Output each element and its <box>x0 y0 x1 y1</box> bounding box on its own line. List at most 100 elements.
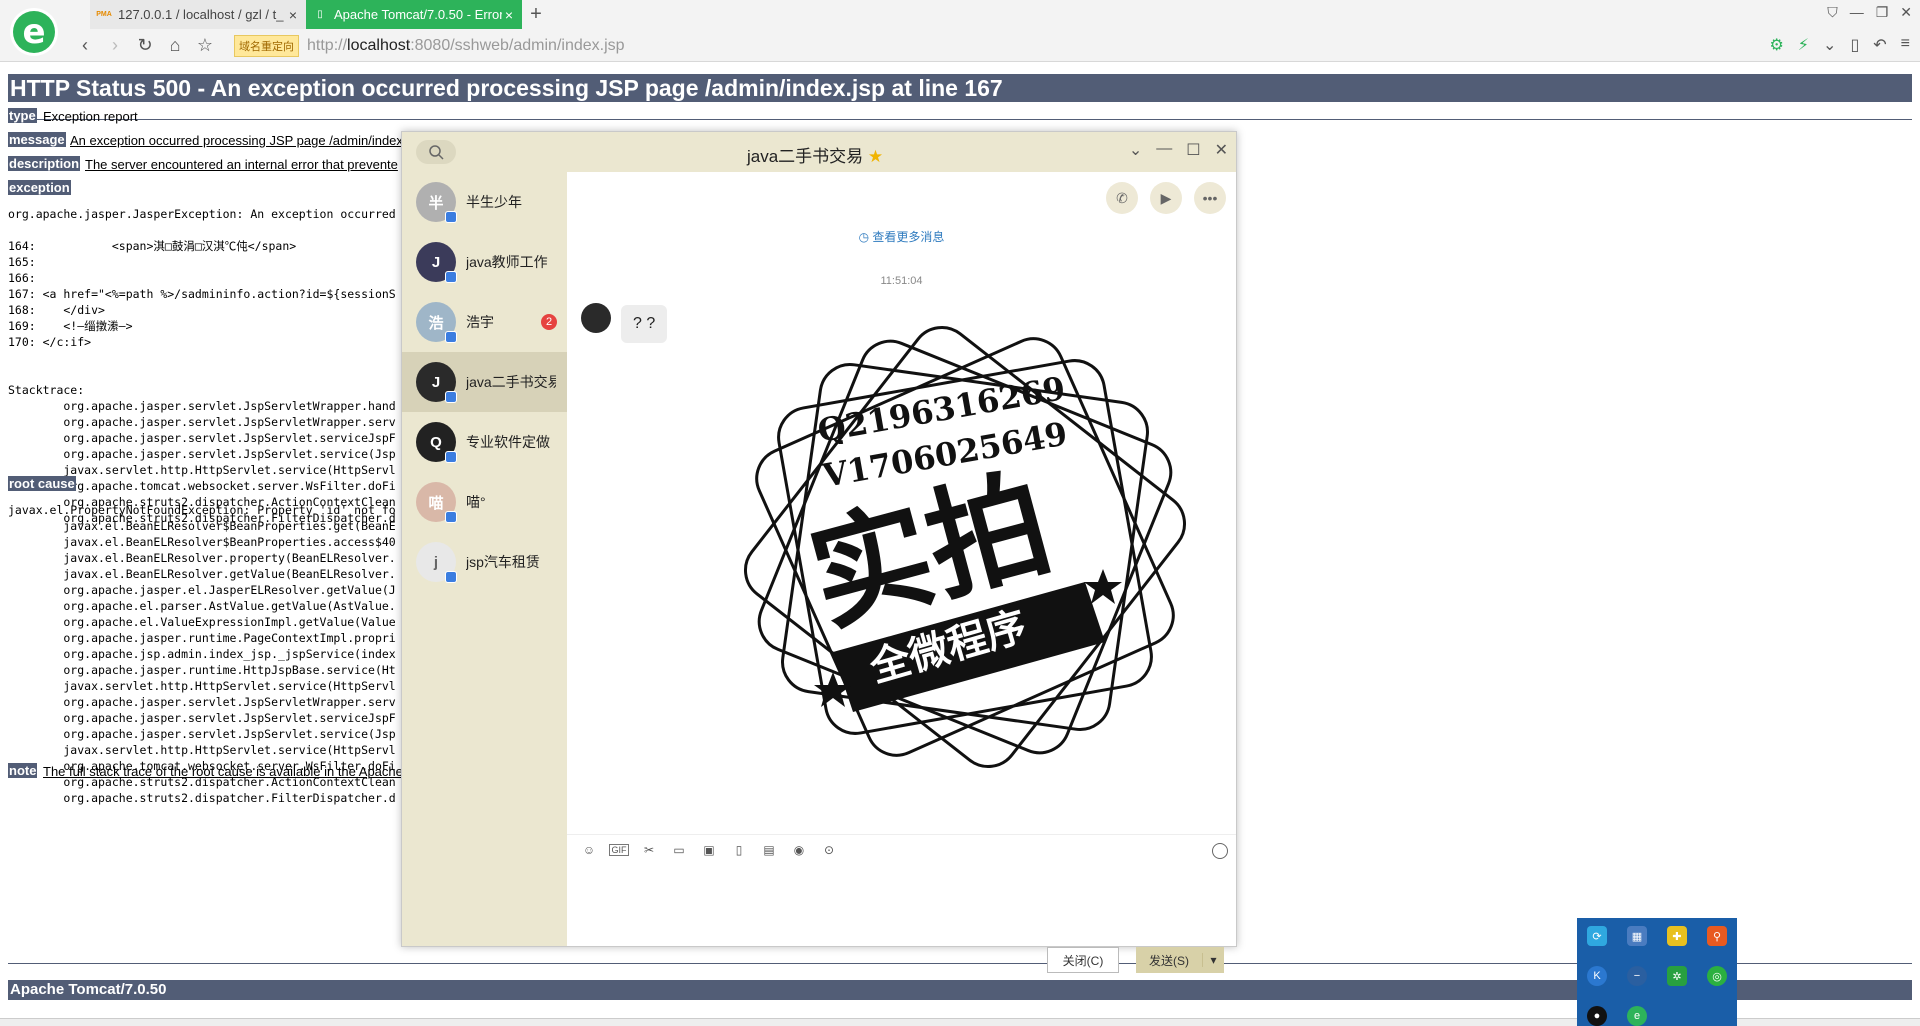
new-tab-button[interactable]: + <box>522 0 550 29</box>
minus-icon[interactable]: − <box>1627 966 1647 986</box>
restore-icon[interactable]: ❐ <box>1876 4 1889 21</box>
contact-item[interactable]: Jjava二手书交易 <box>402 352 567 412</box>
avatar: Q <box>416 422 457 463</box>
divider <box>8 119 1912 120</box>
video-icon[interactable]: ▶ <box>1150 182 1182 214</box>
close-icon[interactable]: × <box>502 7 516 23</box>
description-label: description <box>8 156 81 171</box>
contact-name: 半生少年 <box>466 194 522 210</box>
toolbar-right: ⚙ ⚡ ⌄ ▯ ↶ ≡ <box>1769 35 1910 55</box>
image-icon[interactable]: ▣ <box>699 840 719 860</box>
history-clock-icon[interactable] <box>1212 843 1228 859</box>
menu-icon[interactable]: ≡ <box>1901 35 1910 55</box>
message-timestamp: 11:51:04 <box>880 275 923 287</box>
url-rest: :8080/sshweb/admin/index.jsp <box>410 36 625 54</box>
contact-item[interactable]: j jsp汽车租赁 <box>402 532 567 592</box>
bolt-icon[interactable]: ⚡ <box>1798 35 1809 55</box>
tab-phpmyadmin[interactable]: PMA 127.0.0.1 / localhost / gzl / t_ × <box>90 0 306 29</box>
message-value: An exception occurred processing JSP pag… <box>70 133 407 148</box>
close-icon[interactable]: ✕ <box>1900 4 1912 21</box>
forward-icon[interactable]: › <box>100 31 130 61</box>
sync-icon[interactable]: ⟳ <box>1587 926 1607 946</box>
more-icon[interactable]: ••• <box>1194 182 1226 214</box>
undo-icon[interactable]: ↶ <box>1873 35 1886 55</box>
chevron-down-icon[interactable]: ▾ <box>1202 953 1224 967</box>
reload-icon[interactable]: ↻ <box>130 31 160 61</box>
contact-item[interactable]: Q 专业软件定做 <box>402 412 567 472</box>
search-icon[interactable]: ⚲ <box>1707 926 1727 946</box>
maximize-icon[interactable]: ☐ <box>1186 140 1200 160</box>
chevron-down-icon[interactable]: ⌄ <box>1129 140 1142 160</box>
note-label: note <box>8 763 38 778</box>
minimize-icon[interactable]: — <box>1156 140 1172 160</box>
avatar: 喵 <box>416 482 457 523</box>
k-icon[interactable]: K <box>1587 966 1607 986</box>
chat-main: ✆ ▶ ••• ◷ 查看更多消息 11:51:04 ? ? Q219631626… <box>567 172 1236 973</box>
shirt-icon[interactable]: ⛉ <box>1827 4 1838 21</box>
avatar: J <box>416 362 457 403</box>
root-cause-trace: javax.el.PropertyNotFoundException: Prop… <box>8 503 396 805</box>
send-button-label: 发送(S) <box>1149 953 1189 968</box>
contact-item[interactable]: 喵喵° <box>402 472 567 532</box>
close-icon[interactable]: ✕ <box>1215 140 1228 160</box>
contact-list: 半半生少年 Jjava教师工作浩浩宇 2 Jjava二手书交易 Q 专业软件定做喵喵° j j… <box>402 172 567 946</box>
gif-icon[interactable]: GIF <box>609 843 629 856</box>
tab-tomcat-error[interactable]: ▯ Apache Tomcat/7.0.50 - Error × <box>306 0 522 29</box>
tab-bar: PMA 127.0.0.1 / localhost / gzl / t_ × ▯… <box>90 0 550 29</box>
chevron-down-icon[interactable]: ⌄ <box>1823 35 1836 55</box>
exception-label: exception <box>8 180 71 195</box>
address-bar[interactable]: http://localhost:8080/sshweb/admin/index… <box>307 37 625 55</box>
phone-icon[interactable]: ✆ <box>1106 182 1138 214</box>
chat-title: java二手书交易 ★ <box>747 142 883 167</box>
browser-chrome: e PMA 127.0.0.1 / localhost / gzl / t_ ×… <box>0 0 1920 62</box>
speed-icon[interactable]: ⚙ <box>1769 35 1783 55</box>
minimize-icon[interactable]: — <box>1850 4 1864 21</box>
shake-icon[interactable]: ▯ <box>729 840 749 860</box>
browser-tray-icon[interactable]: e <box>1627 1006 1647 1026</box>
chat-window-controls: ⌄ — ☐ ✕ <box>1129 140 1228 160</box>
contact-name: java二手书交易 <box>466 374 556 390</box>
contact-name: jsp汽车租赁 <box>466 554 540 570</box>
chat-window: java二手书交易 ★ ⌄ — ☐ ✕ 半半生少年 Jjava教师工作浩浩宇 2 Jj… <box>401 131 1237 973</box>
close-button[interactable]: 关闭(C) <box>1047 947 1119 973</box>
avatar: J <box>416 242 457 283</box>
contact-item[interactable]: Jjava教师工作 <box>402 232 567 292</box>
online-status-icon <box>445 571 457 583</box>
avatar: 半 <box>416 182 457 223</box>
monitor-icon[interactable]: ▦ <box>1627 926 1647 946</box>
contact-item[interactable]: 浩浩宇 2 <box>402 292 567 352</box>
home-icon[interactable]: ⌂ <box>160 31 190 61</box>
message-bubble: ? ? <box>621 305 668 343</box>
description-value: The server encountered an internal error… <box>85 157 398 172</box>
avatar: j <box>416 542 457 583</box>
clock-icon: ◷ <box>858 230 870 244</box>
star-icon[interactable]: ☆ <box>190 31 220 61</box>
avatar[interactable] <box>581 303 611 333</box>
gear-icon[interactable]: ✲ <box>1667 966 1687 986</box>
contact-item[interactable]: 半半生少年 <box>402 172 567 232</box>
plus-icon[interactable]: ✚ <box>1667 926 1687 946</box>
unread-badge: 2 <box>541 314 557 330</box>
type-label: type <box>8 108 37 123</box>
back-icon[interactable]: ‹ <box>70 31 100 61</box>
redirect-badge[interactable]: 域名重定向 <box>234 34 299 57</box>
tab-title: Apache Tomcat/7.0.50 - Error <box>334 7 502 22</box>
voice-icon[interactable]: ◉ <box>789 840 809 860</box>
online-status-icon <box>445 211 457 223</box>
qq-icon[interactable]: ● <box>1587 1006 1607 1026</box>
more-icon[interactable]: ⊙ <box>819 840 839 860</box>
search-icon[interactable] <box>416 140 456 164</box>
contact-name: java教师工作 <box>466 254 548 270</box>
more-messages-link[interactable]: ◷ 查看更多消息 <box>567 228 1236 245</box>
chat-header: java二手书交易 ★ ⌄ — ☐ ✕ <box>402 132 1236 172</box>
tablet-icon[interactable]: ▯ <box>1850 35 1859 55</box>
star-icon: ★ <box>867 147 884 166</box>
send-button[interactable]: 发送(S) ▾ <box>1136 947 1224 973</box>
tab-title: 127.0.0.1 / localhost / gzl / t_ <box>118 7 284 22</box>
close-icon[interactable]: × <box>286 7 300 23</box>
emoji-icon[interactable]: ☺ <box>579 840 599 860</box>
scissors-icon[interactable]: ✂ <box>639 840 659 860</box>
wechat-icon[interactable]: ◎ <box>1707 966 1727 986</box>
folder-icon[interactable]: ▭ <box>669 840 689 860</box>
redpacket-icon[interactable]: ▤ <box>759 840 779 860</box>
